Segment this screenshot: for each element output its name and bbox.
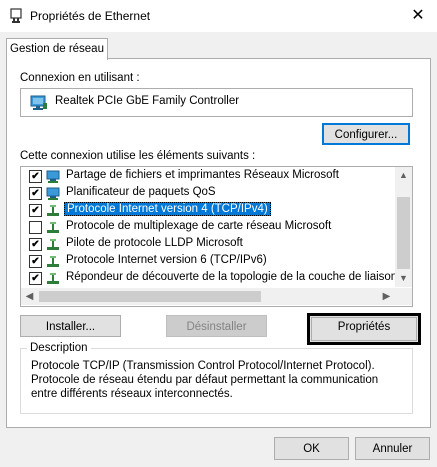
items-list[interactable]: ✔ Partage de fichiers et imprimantes Rés… [20, 166, 413, 307]
network-adapter-icon [10, 8, 22, 23]
list-item[interactable]: ✔ Protocole Internet version 6 (TCP/IPv6… [23, 253, 393, 270]
connection-label: Connexion en utilisant : [20, 72, 140, 84]
list-item[interactable]: ✔ Pilote de protocole LLDP Microsoft [23, 236, 393, 253]
properties-button-label: Propriétés [311, 317, 417, 341]
cancel-button[interactable]: Annuler [355, 437, 430, 460]
network-share-icon [46, 187, 60, 200]
network-adapter-icon [30, 95, 47, 110]
close-button[interactable]: ✕ [404, 3, 432, 29]
item-label: Protocole Internet version 4 (TCP/IPv4) [64, 202, 271, 216]
chevron-left-icon[interactable]: ◀ [21, 288, 38, 305]
adapter-field: Realtek PCIe GbE Family Controller [20, 88, 413, 117]
item-checkbox[interactable]: ✔ [29, 187, 42, 200]
description-title: Description [27, 342, 91, 354]
item-label: Planificateur de paquets QoS [66, 186, 216, 198]
title-bar: Propriétés de Ethernet ✕ [0, 0, 437, 32]
scrollbar-corner [395, 288, 412, 305]
list-item[interactable]: Protocole de multiplexage de carte résea… [23, 219, 393, 236]
vertical-scroll-thumb[interactable] [397, 197, 410, 269]
item-label: Protocole de multiplexage de carte résea… [66, 220, 332, 232]
items-label: Cette connexion utilise les éléments sui… [20, 150, 256, 162]
list-item[interactable]: ✔ Répondeur de découverte de la topologi… [23, 270, 397, 287]
horizontal-scrollbar[interactable]: ◀ ▶ [21, 288, 395, 305]
chevron-right-icon[interactable]: ▶ [378, 288, 395, 305]
adapter-name: Realtek PCIe GbE Family Controller [55, 95, 240, 107]
list-item[interactable]: ✔ Planificateur de paquets QoS [23, 185, 393, 202]
network-share-icon [46, 170, 60, 183]
tab-label: Gestion de réseau [10, 43, 104, 55]
item-checkbox[interactable]: ✔ [29, 238, 42, 251]
description-text: Protocole TCP/IP (Transmission Control P… [31, 360, 379, 400]
protocol-icon [47, 273, 59, 284]
item-checkbox[interactable]: ✔ [29, 272, 42, 285]
item-checkbox[interactable] [29, 221, 42, 234]
protocol-icon [47, 205, 59, 216]
item-checkbox[interactable]: ✔ [29, 204, 42, 217]
protocol-icon [47, 239, 59, 250]
close-icon: ✕ [411, 7, 425, 24]
chevron-down-icon[interactable]: ▼ [395, 270, 412, 287]
configure-button[interactable]: Configurer... [322, 123, 410, 145]
item-label: Répondeur de découverte de la topologie … [66, 271, 398, 283]
protocol-icon [47, 256, 59, 267]
item-label: Pilote de protocole LLDP Microsoft [66, 237, 243, 249]
install-button[interactable]: Installer... [20, 315, 121, 337]
list-item[interactable]: ✔ Protocole Internet version 4 (TCP/IPv4… [23, 202, 393, 219]
item-label: Partage de fichiers et imprimantes Résea… [66, 169, 339, 181]
tab-gestion-de-reseau[interactable]: Gestion de réseau [6, 38, 108, 60]
chevron-up-icon[interactable]: ▲ [395, 167, 412, 184]
item-checkbox[interactable]: ✔ [29, 170, 42, 183]
ok-button[interactable]: OK [274, 437, 349, 460]
protocol-icon [47, 222, 59, 233]
item-checkbox[interactable]: ✔ [29, 255, 42, 268]
item-label: Protocole Internet version 6 (TCP/IPv6) [66, 254, 267, 266]
horizontal-scroll-thumb[interactable] [39, 291, 261, 302]
window-title: Propriétés de Ethernet [30, 9, 151, 23]
list-item[interactable]: ✔ Partage de fichiers et imprimantes Rés… [23, 168, 393, 185]
uninstall-button[interactable]: Désinstaller [166, 315, 267, 337]
vertical-scrollbar[interactable]: ▲ ▼ [395, 167, 412, 287]
properties-button[interactable]: Propriétés [307, 313, 421, 345]
